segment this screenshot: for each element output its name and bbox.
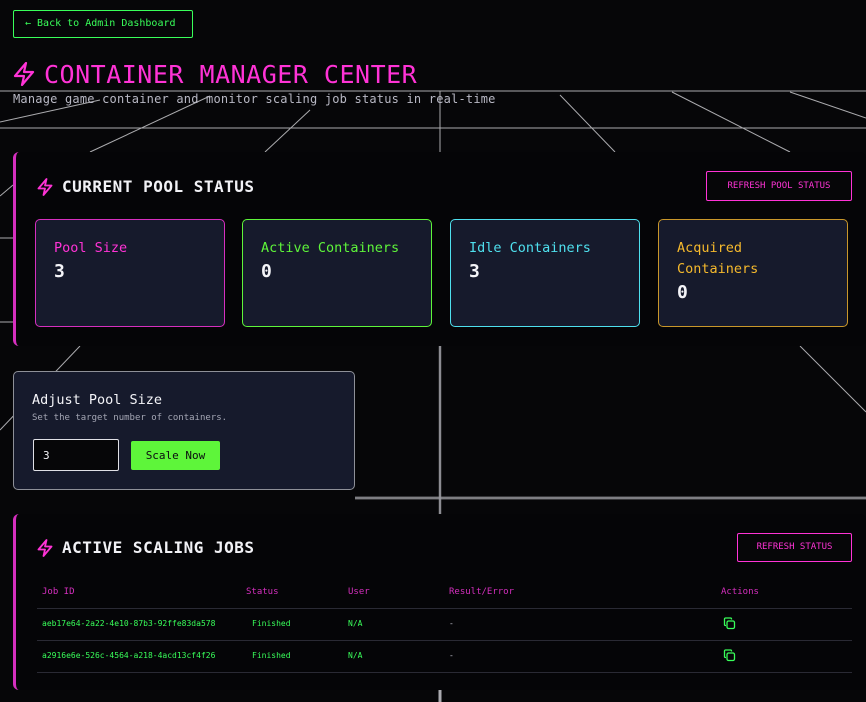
table-row: a2916e6e-526c-4564-a218-4acd13cf4f26 Fin… xyxy=(37,641,852,673)
page-title: CONTAINER MANAGER CENTER xyxy=(13,58,417,90)
column-header-result: Result/Error xyxy=(449,587,515,597)
column-header-user: User xyxy=(348,587,370,597)
column-header-status: Status xyxy=(246,587,279,597)
lightning-icon xyxy=(37,538,53,557)
scaling-jobs-title: ACTIVE SCALING JOBS xyxy=(62,538,255,557)
adjust-pool-title: Adjust Pool Size xyxy=(32,392,163,408)
result-cell: - xyxy=(449,619,454,628)
stat-card-pool-size: Pool Size 3 xyxy=(35,219,225,327)
page-title-text: CONTAINER MANAGER CENTER xyxy=(44,59,418,89)
copy-icon[interactable] xyxy=(723,617,736,630)
table-header: Job ID Status User Result/Error Actions xyxy=(37,582,852,609)
lightning-icon xyxy=(13,62,35,86)
adjust-pool-hint: Set the target number of containers. xyxy=(32,413,228,423)
stat-card-acquired-containers: Acquired Containers 0 xyxy=(658,219,848,327)
table-row: aeb17e64-2a22-4e10-87b3-92ffe83da578 Fin… xyxy=(37,609,852,641)
stat-label: Acquired Containers xyxy=(677,240,759,277)
pool-status-panel: CURRENT POOL STATUS REFRESH POOL STATUS … xyxy=(13,152,866,346)
stat-label: Pool Size xyxy=(54,240,128,256)
job-id-cell: aeb17e64-2a22-4e10-87b3-92ffe83da578 xyxy=(42,619,216,628)
pool-status-title: CURRENT POOL STATUS xyxy=(62,177,255,196)
status-cell: Finished xyxy=(252,651,291,660)
refresh-status-button[interactable]: REFRESH STATUS xyxy=(737,533,852,562)
stat-value: 0 xyxy=(261,261,272,282)
scaling-jobs-heading: ACTIVE SCALING JOBS xyxy=(37,538,255,557)
lightning-icon xyxy=(37,177,53,196)
pool-size-input[interactable] xyxy=(33,439,119,471)
back-to-dashboard-button[interactable]: ← Back to Admin Dashboard xyxy=(13,10,193,38)
column-header-actions: Actions xyxy=(721,587,759,597)
stat-label: Idle Containers xyxy=(469,240,591,256)
status-cell: Finished xyxy=(252,619,291,628)
job-id-cell: a2916e6e-526c-4564-a218-4acd13cf4f26 xyxy=(42,651,216,660)
page-subtitle: Manage game container and monitor scalin… xyxy=(13,92,496,106)
stat-value: 3 xyxy=(469,261,480,282)
scaling-jobs-panel: ACTIVE SCALING JOBS REFRESH STATUS Job I… xyxy=(13,514,866,690)
column-header-job-id: Job ID xyxy=(42,587,75,597)
stat-card-idle-containers: Idle Containers 3 xyxy=(450,219,640,327)
scale-now-button[interactable]: Scale Now xyxy=(131,441,220,470)
stat-card-active-containers: Active Containers 0 xyxy=(242,219,432,327)
adjust-pool-card: Adjust Pool Size Set the target number o… xyxy=(13,371,355,490)
stat-value: 3 xyxy=(54,261,65,282)
result-cell: - xyxy=(449,651,454,660)
user-cell: N/A xyxy=(348,651,363,660)
stat-label: Active Containers xyxy=(261,240,400,256)
jobs-table: Job ID Status User Result/Error Actions … xyxy=(37,582,852,673)
user-cell: N/A xyxy=(348,619,363,628)
copy-icon[interactable] xyxy=(723,649,736,662)
pool-status-heading: CURRENT POOL STATUS xyxy=(37,177,255,196)
stat-value: 0 xyxy=(677,282,688,303)
refresh-pool-status-button[interactable]: REFRESH POOL STATUS xyxy=(706,171,852,201)
